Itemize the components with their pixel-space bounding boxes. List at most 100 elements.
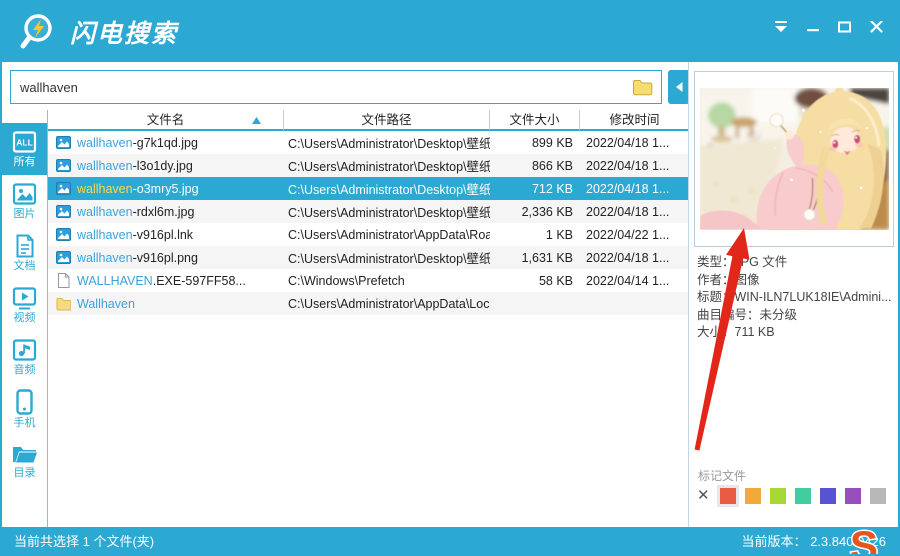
image-file-icon: [56, 204, 71, 219]
table-row[interactable]: wallhaven -rdxl6m.jpg C:\Users\Administra…: [48, 200, 689, 223]
column-label: 修改时间: [609, 113, 660, 127]
chevron-left-icon: [676, 82, 683, 92]
file-size: 866 KB: [531, 158, 573, 173]
table-row[interactable]: wallhaven -l3o1dy.jpg C:\Users\Administra…: [48, 154, 689, 177]
maximize-button[interactable]: [837, 20, 852, 33]
preview-image-frame: [694, 71, 894, 247]
table-row[interactable]: wallhaven -o3mry5.jpg C:\Users\Administra…: [48, 177, 689, 200]
table-row[interactable]: WALLHAVEN .EXE-597FF58... C:\Windows\Pref…: [48, 269, 689, 292]
tag-color-swatch[interactable]: [716, 485, 739, 507]
search-input[interactable]: [11, 71, 661, 103]
browse-folder-icon[interactable]: [632, 78, 653, 96]
file-size: 1 KB: [545, 227, 573, 242]
sort-asc-icon: [252, 117, 261, 124]
meta-title: 标题：WIN-ILN7LUK18IE\Admini...: [697, 290, 892, 304]
meta-track: 曲目编号：未分级: [697, 307, 798, 322]
column-label: 文件大小: [509, 113, 560, 127]
audio-icon: [12, 338, 37, 362]
close-button[interactable]: [869, 20, 884, 33]
file-name-match: wallhaven: [77, 204, 133, 219]
tag-color-swatch[interactable]: [794, 488, 811, 504]
table-row[interactable]: wallhaven -g7k1qd.jpg C:\Users\Administra…: [48, 131, 689, 154]
app-title: 闪电搜索: [70, 20, 179, 48]
file-path: C:\Users\Administrator\AppData\Local: [288, 296, 490, 311]
meta-size: 大小：711 KB: [697, 325, 775, 339]
app-window: 闪电搜索 ALL 所有 图片 文档 视频: [0, 0, 900, 556]
tag-color-swatch[interactable]: [769, 488, 786, 504]
file-time: 2022/04/18 1...: [586, 158, 670, 173]
sidebar-item-directory[interactable]: 目录: [2, 435, 47, 487]
table-row[interactable]: wallhaven -v916pl.png C:\Users\Administra…: [48, 246, 689, 269]
sidebar-item-images[interactable]: 图片: [2, 175, 47, 227]
sidebar-item-videos[interactable]: 视频: [2, 279, 47, 331]
file-path: C:\Users\Administrator\Desktop\壁纸: [288, 252, 490, 266]
file-name-match: Wallhaven: [77, 296, 135, 311]
tag-color-swatch[interactable]: [819, 488, 836, 504]
folder-file-icon: [56, 296, 71, 311]
sidebar-item-all[interactable]: ALL 所有: [2, 123, 47, 175]
table-header: 文件名 文件路径 文件大小 修改时间: [48, 110, 689, 131]
file-time: 2022/04/18 1...: [586, 204, 670, 219]
minimize-button[interactable]: [805, 20, 820, 33]
status-bar: 当前共选择 1 个文件(夹) 当前版本： 2.3.840.0426: [2, 527, 898, 554]
file-path: C:\Users\Administrator\Desktop\壁纸: [288, 206, 490, 220]
table-row[interactable]: Wallhaven C:\Users\Administrator\AppData…: [48, 292, 689, 315]
sidebar-item-label: 目录: [13, 467, 36, 479]
sidebar-item-label: 视频: [13, 311, 36, 324]
tag-color-swatch[interactable]: [869, 488, 886, 504]
sidebar-item-label: 图片: [13, 207, 36, 220]
column-label: 文件名: [146, 113, 185, 127]
documents-icon: [14, 234, 36, 258]
column-header-modified[interactable]: 修改时间: [580, 110, 689, 130]
image-file-icon: [56, 181, 71, 196]
image-file-icon: [56, 250, 71, 265]
tag-color-swatch[interactable]: [744, 488, 761, 504]
sidebar-item-phone[interactable]: 手机: [2, 383, 47, 435]
version-label: 当前版本： 2.3.840.0426: [741, 534, 886, 549]
sidebar-item-label: 音频: [13, 363, 36, 376]
tag-color-swatch[interactable]: [844, 488, 861, 504]
file-time: 2022/04/22 1...: [586, 227, 670, 242]
file-path: C:\Users\Administrator\Desktop\壁纸: [288, 160, 490, 174]
file-name-rest: -v916pl.lnk: [132, 227, 194, 242]
directory-icon: [11, 443, 38, 465]
file-name-match: wallhaven: [77, 158, 133, 173]
file-name-rest: -o3mry5.jpg: [132, 181, 199, 196]
preview-image: [699, 88, 889, 230]
file-path: C:\Users\Administrator\AppData\Roa...: [288, 227, 490, 242]
file-time: 2022/04/18 1...: [586, 250, 670, 265]
collapse-panel-button[interactable]: [668, 70, 690, 104]
file-time: 2022/04/18 1...: [586, 181, 670, 196]
images-icon: [12, 182, 37, 206]
column-header-filepath[interactable]: 文件路径: [284, 110, 490, 130]
plain-file-icon: [56, 273, 71, 288]
file-name-rest: -rdxl6m.jpg: [132, 204, 195, 219]
file-name-match: wallhaven: [77, 181, 133, 196]
file-name-rest: -v916pl.png: [132, 250, 198, 265]
sidebar-item-audio[interactable]: 音频: [2, 331, 47, 383]
column-header-filename[interactable]: 文件名: [48, 110, 284, 130]
clear-tag-icon[interactable]: ✕: [697, 488, 710, 504]
category-sidebar: ALL 所有 图片 文档 视频 音频 手机 目录: [2, 110, 48, 527]
table-body: wallhaven -g7k1qd.jpg C:\Users\Administra…: [48, 131, 689, 315]
meta-author: 作者：图像: [697, 272, 760, 287]
file-name-match: wallhaven: [77, 250, 133, 265]
tag-colors-row: ✕: [697, 485, 886, 507]
file-path: C:\Windows\Prefetch: [288, 273, 405, 288]
image-file-icon: [56, 227, 71, 242]
menu-icon[interactable]: [773, 20, 788, 33]
results-table: 文件名 文件路径 文件大小 修改时间 wallhaven -g7k1qd.jpg …: [48, 110, 689, 527]
meta-type: 类型：JPG 文件: [697, 255, 788, 269]
file-name-rest: .EXE-597FF58...: [152, 273, 246, 288]
sidebar-item-label: 所有: [13, 155, 36, 168]
file-size: 1,631 KB: [521, 250, 573, 265]
sidebar-item-documents[interactable]: 文档: [2, 227, 47, 279]
file-name-rest: -l3o1dy.jpg: [132, 158, 193, 173]
table-row[interactable]: wallhaven -v916pl.lnk C:\Users\Administra…: [48, 223, 689, 246]
column-label: 文件路径: [361, 113, 412, 127]
file-name-rest: -g7k1qd.jpg: [132, 135, 198, 150]
app-logo-icon: [20, 14, 52, 49]
column-header-filesize[interactable]: 文件大小: [490, 110, 580, 130]
all-files-icon: ALL: [12, 130, 37, 154]
file-time: 2022/04/14 1...: [586, 273, 670, 288]
